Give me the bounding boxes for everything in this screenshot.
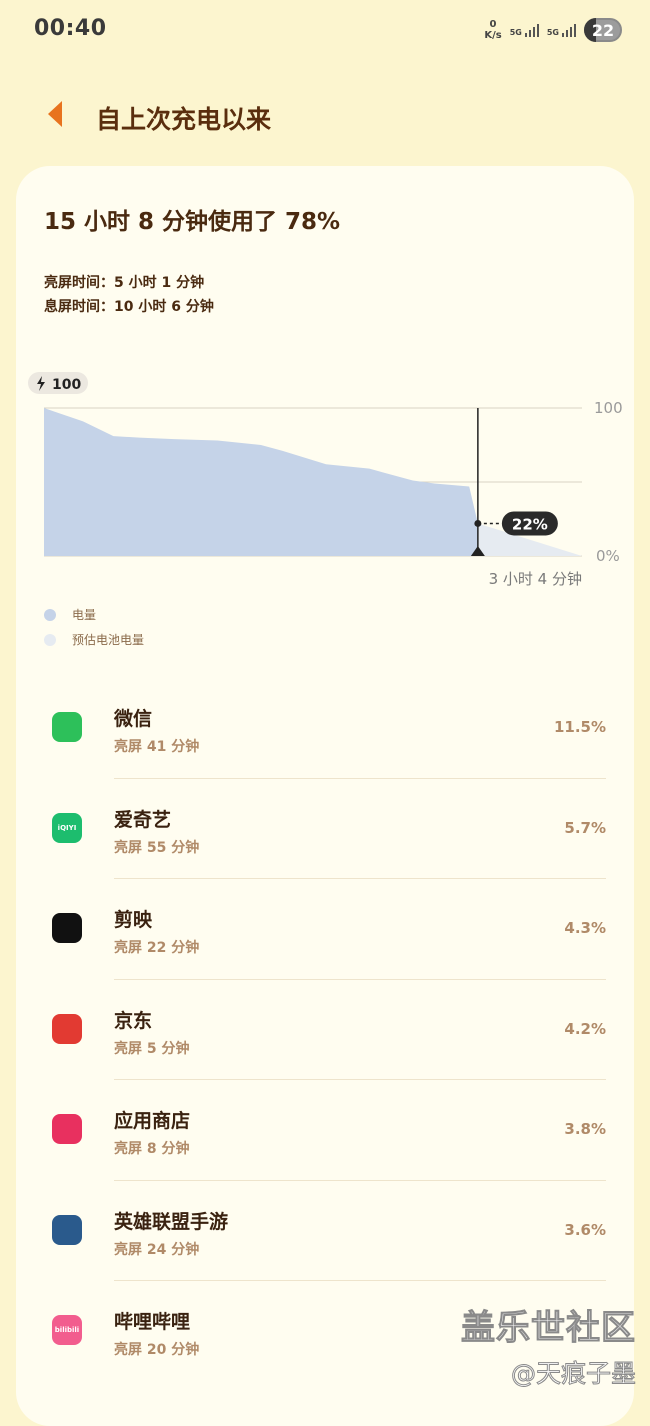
app-usage-percent: 4.3% [564, 919, 606, 937]
page-title: 自上次充电以来 [96, 105, 272, 134]
app-screen-time: 亮屏 24 分钟 [114, 1241, 200, 1258]
remaining-time-label: 3 小时 4 分钟 [489, 570, 582, 588]
capcut-icon [52, 913, 82, 943]
y-label-100: 100 [594, 399, 623, 417]
battery-usage-card: 15 小时 8 分钟使用了 78% 亮屏时间：5 小时 1 分钟 息屏时间：10… [16, 166, 634, 1426]
app-screen-time: 亮屏 41 分钟 [114, 739, 200, 755]
app-name: 哔哩哔哩 [114, 1311, 191, 1333]
app-name: 剪映 [114, 909, 153, 931]
app-screen-time: 亮屏 22 分钟 [114, 940, 200, 956]
app-name: 英雄联盟手游 [114, 1210, 229, 1233]
clock: 00:40 [34, 16, 107, 41]
app-usage-percent: 11.5% [553, 718, 606, 736]
status-icons: 0 K/s 5G 5G 22 [484, 18, 622, 42]
usage-summary: 15 小时 8 分钟使用了 78% [44, 209, 341, 235]
app-usage-percent: 3.8% [564, 1120, 606, 1138]
app-usage-percent: 5.7% [564, 818, 606, 837]
current-level-label: 22% [512, 515, 548, 533]
y-label-0: 0% [596, 547, 620, 565]
watermark-author: @天痕子墨 [510, 1359, 636, 1389]
legend-item-actual: 电量 [44, 606, 144, 623]
app-screen-time: 亮屏 55 分钟 [114, 839, 200, 856]
app-screen-time: 亮屏 8 分钟 [114, 1141, 190, 1157]
jd-icon [52, 1013, 82, 1044]
app-row[interactable]: iQIYI 爱奇艺亮屏 55 分钟 5.7% [44, 779, 606, 880]
app-screen-time: 亮屏 5 分钟 [114, 1040, 190, 1057]
sim1-signal-icon: 5G [510, 23, 539, 37]
app-usage-percent: 4.2% [564, 1019, 606, 1038]
sim2-signal-icon: 5G [547, 23, 576, 37]
net-speed: 0 K/s [484, 19, 502, 41]
app-row[interactable]: 微信亮屏 41 分钟 11.5% [44, 678, 606, 779]
status-bar: 00:40 0 K/s 5G 5G 22 [0, 0, 650, 62]
app-screen-time: 亮屏 20 分钟 [114, 1342, 200, 1358]
app-usage-list: 微信 亮屏 41 分钟 11.5% iQIYI 爱奇艺 亮屏 55 分钟 5.7% 剪映 亮屏 … [44, 678, 606, 1382]
app-name: 爱奇艺 [114, 808, 172, 831]
chart-legend: 电量 预估电池电量 [44, 606, 144, 656]
battery-icon: 22 [584, 18, 622, 42]
iqiyi-icon: iQIYI [52, 812, 82, 843]
app-usage-percent: 3.6% [564, 1220, 606, 1239]
app-store-icon [52, 1114, 82, 1144]
app-row[interactable]: 剪映亮屏 22 分钟 4.3% [44, 879, 606, 980]
back-arrow-icon [48, 101, 62, 127]
battery-level-area [44, 408, 478, 556]
back-button[interactable] [40, 96, 70, 132]
app-row[interactable]: 英雄联盟手游亮屏 24 分钟 3.6% [44, 1181, 606, 1282]
battery-chart[interactable]: 100 100 0% 22% 3 小时 4 分钟 [16, 366, 634, 596]
wechat-icon [52, 712, 82, 742]
legend-item-estimate: 预估电池电量 [44, 631, 144, 648]
app-name: 应用商店 [114, 1110, 191, 1132]
app-row[interactable]: 京东亮屏 5 分钟 4.2% [44, 980, 606, 1081]
bilibili-icon: bilibili [52, 1315, 82, 1345]
watermark-community: 盖乐世社区 [461, 1308, 636, 1349]
app-name: 微信 [114, 708, 153, 730]
app-row[interactable]: 应用商店亮屏 8 分钟 3.8% [44, 1080, 606, 1181]
lol-icon [52, 1214, 82, 1245]
legend-dot [44, 608, 56, 621]
screen-off-time: 息屏时间：10 小时 6 分钟 [44, 299, 214, 315]
app-name: 京东 [114, 1009, 153, 1032]
legend-dot [44, 633, 56, 646]
header: 自上次充电以来 [0, 86, 650, 146]
screen-on-time: 亮屏时间：5 小时 1 分钟 [44, 275, 205, 291]
start-badge-value: 100 [52, 377, 81, 393]
